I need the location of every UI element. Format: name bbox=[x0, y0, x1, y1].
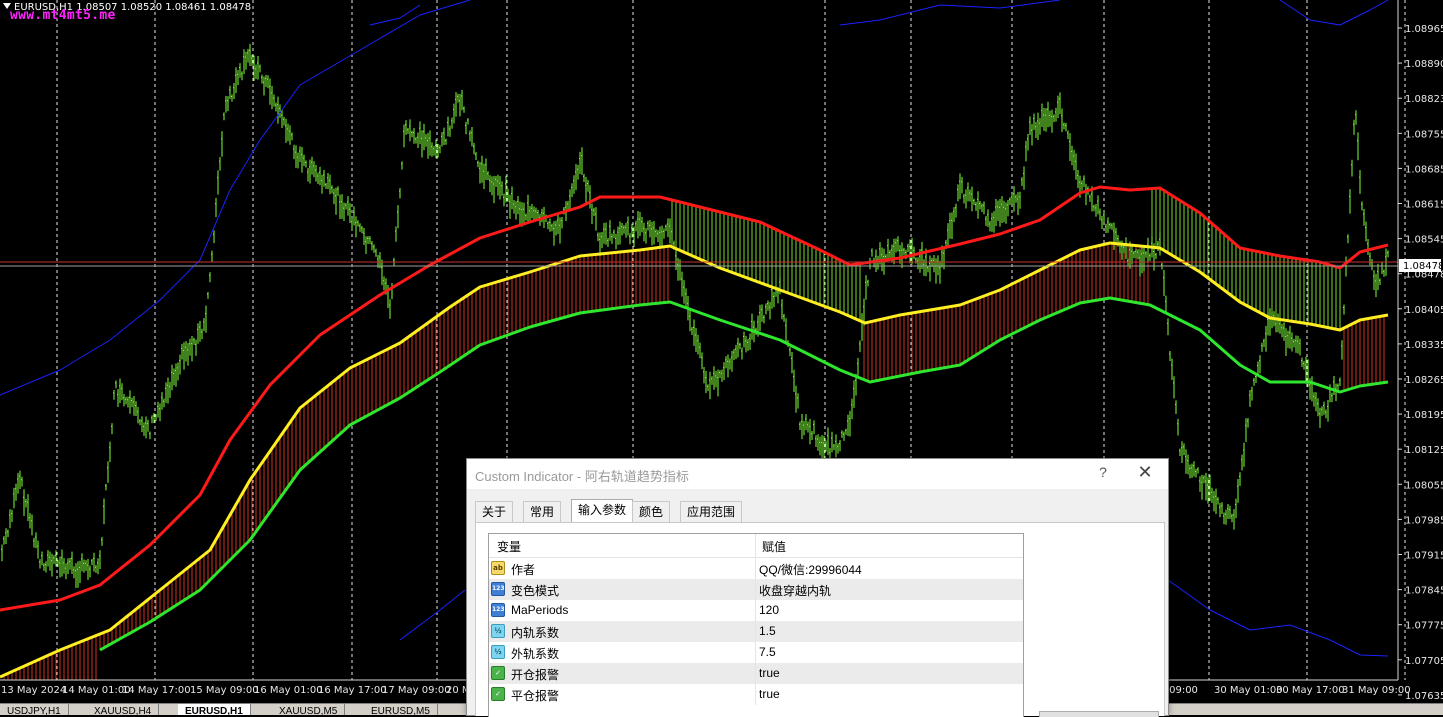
tab-xauusd-h4[interactable]: XAUUSD,H4 bbox=[87, 704, 160, 715]
time-tick-label: 15 May 09:00 bbox=[190, 685, 259, 696]
inputs-grid: 变量 赋值 ab 作者 QQ/微信:29996044 123 变色模式 收盘穿越… bbox=[488, 533, 1024, 717]
bool-type-icon: ✓ bbox=[491, 666, 505, 680]
upper-band-line bbox=[369, 4, 421, 26]
upper-band-line bbox=[839, 0, 1061, 26]
dialog-titlebar[interactable]: Custom Indicator - 阿右轨道趋势指标 ? ✕ bbox=[467, 459, 1168, 489]
tab-xauusd-m5[interactable]: XAUUSD,M5 bbox=[272, 704, 346, 715]
price-tick-label: 1.07915 bbox=[1405, 551, 1443, 562]
price-tick-label: 1.08685 bbox=[1405, 164, 1443, 175]
dialog-title: Custom Indicator - 阿右轨道趋势指标 bbox=[475, 469, 689, 484]
time-tick-label: 31 May 09:00 bbox=[1342, 685, 1411, 696]
time-tick-label: 14 May 17:00 bbox=[122, 685, 191, 696]
price-tick-label: 1.08823 bbox=[1405, 94, 1443, 105]
watermark: www.mt4mt5.me bbox=[10, 8, 116, 23]
price-tick-label: 1.08755 bbox=[1405, 129, 1443, 140]
help-icon[interactable]: ? bbox=[1095, 464, 1111, 480]
price-tick-label: 1.07775 bbox=[1405, 621, 1443, 632]
custom-indicator-dialog: Custom Indicator - 阿右轨道趋势指标 ? ✕ 关于 常用 输入… bbox=[466, 458, 1169, 717]
integer-type-icon: 123 bbox=[491, 582, 505, 596]
time-tick-label: 17 May 09:00 bbox=[382, 685, 451, 696]
tab-colors[interactable]: 颜色 bbox=[632, 501, 671, 522]
close-icon[interactable]: ✕ bbox=[1135, 462, 1155, 483]
column-value[interactable]: 赋值 bbox=[762, 538, 786, 555]
input-row-color-mode[interactable]: 123 变色模式 收盘穿越内轨 bbox=[489, 579, 1023, 600]
time-tick-label: 13 May 2024 bbox=[1, 685, 66, 696]
integer-type-icon: 123 bbox=[491, 603, 505, 617]
price-tick-label: 1.08265 bbox=[1405, 375, 1443, 386]
tab-usdjpy-h1[interactable]: USDJPY,H1 bbox=[0, 704, 69, 715]
price-tick-label: 1.08545 bbox=[1405, 235, 1443, 246]
price-tick-label: 1.07845 bbox=[1405, 586, 1443, 597]
tab-inputs[interactable]: 输入参数 bbox=[571, 499, 634, 523]
column-variable[interactable]: 变量 bbox=[497, 538, 521, 555]
input-row-outer-coef[interactable]: ½ 外轨系数 7.5 bbox=[489, 642, 1023, 663]
input-row-ma-periods[interactable]: 123 MaPeriods 120 bbox=[489, 600, 1023, 621]
inputs-panel: 变量 赋值 ab 作者 QQ/微信:29996044 123 变色模式 收盘穿越… bbox=[475, 522, 1165, 717]
grid-header: 变量 赋值 bbox=[489, 534, 1023, 558]
bool-type-icon: ✓ bbox=[491, 687, 505, 701]
lower-band-line bbox=[399, 589, 466, 641]
lower-band-line bbox=[1167, 579, 1389, 657]
price-tick-label: 1.07635 bbox=[1405, 691, 1443, 702]
time-tick-label: 30 May 17:00 bbox=[1276, 685, 1345, 696]
upper-band-line bbox=[1279, 0, 1389, 26]
tab-visualization[interactable]: 应用范围 bbox=[680, 501, 743, 522]
price-tick-label: 1.08055 bbox=[1405, 480, 1443, 491]
price-tick-label: 1.08125 bbox=[1405, 445, 1443, 456]
tab-eurusd-h1[interactable]: EURUSD,H1 bbox=[178, 704, 251, 715]
load-button[interactable] bbox=[1039, 711, 1159, 717]
tab-eurusd-m5[interactable]: EURUSD,M5 bbox=[364, 704, 438, 715]
double-type-icon: ½ bbox=[491, 645, 505, 659]
price-tick-label: 1.07985 bbox=[1405, 515, 1443, 526]
time-tick-label: 14 May 01:00 bbox=[62, 685, 131, 696]
input-row-close-alert[interactable]: ✓ 平仓报警 true bbox=[489, 684, 1023, 705]
price-tick-label: 1.08890 bbox=[1405, 59, 1443, 70]
price-tick-label: 1.08615 bbox=[1405, 200, 1443, 211]
tab-about[interactable]: 关于 bbox=[475, 501, 514, 522]
current-price-tag: 1.08478 bbox=[1403, 261, 1443, 272]
price-tick-label: 1.08335 bbox=[1405, 340, 1443, 351]
price-tick-label: 1.07705 bbox=[1405, 656, 1443, 667]
time-tick-label: 30 May 01:00 bbox=[1214, 685, 1283, 696]
input-row-inner-coef[interactable]: ½ 内轨系数 1.5 bbox=[489, 621, 1023, 642]
tab-common[interactable]: 常用 bbox=[523, 501, 562, 522]
price-tick-label: 1.08195 bbox=[1405, 410, 1443, 421]
double-type-icon: ½ bbox=[491, 624, 505, 638]
price-tick-label: 1.08965 bbox=[1405, 24, 1443, 35]
input-row-author[interactable]: ab 作者 QQ/微信:29996044 bbox=[489, 558, 1023, 579]
string-type-icon: ab bbox=[491, 561, 505, 575]
price-tick-label: 1.08405 bbox=[1405, 305, 1443, 316]
time-tick-label: 16 May 17:00 bbox=[318, 685, 387, 696]
time-tick-label: 16 May 01:00 bbox=[254, 685, 323, 696]
input-row-open-alert[interactable]: ✓ 开仓报警 true bbox=[489, 663, 1023, 684]
